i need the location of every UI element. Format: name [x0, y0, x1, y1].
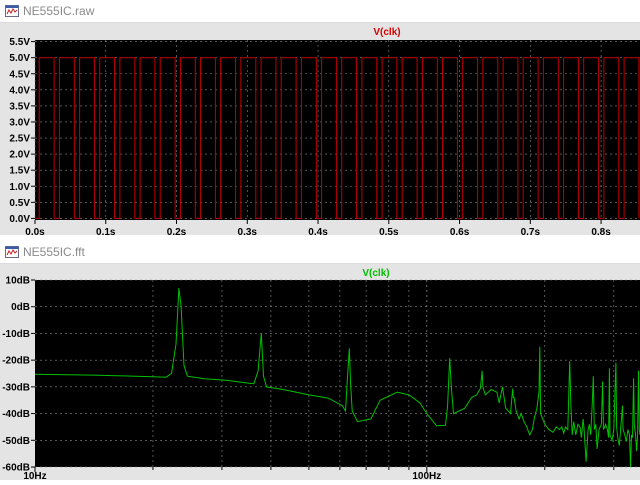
- x-tick-label: 0.4s: [308, 227, 328, 235]
- plot-pane[interactable]: 5.5V 5.0V 4.5V 4.0V 3.5V 3.0V 2.5V 2.0V 1.5V 1.0V…: [0, 23, 640, 238]
- y-tick-label: 4.0V: [9, 85, 30, 96]
- x-tick-label: 0.6s: [450, 227, 470, 235]
- y-tick-label: 3.0V: [9, 117, 30, 128]
- fft-plot[interactable]: 10dB0dB-10dB-20dB-30dB-40dB-50dB-60dB 10…: [0, 264, 640, 482]
- y-tick-label: 3.5V: [9, 101, 30, 112]
- y-tick-label: 0.5V: [9, 198, 30, 209]
- y-tick-label: -30dB: [2, 382, 30, 393]
- waveform-window-icon: [5, 5, 19, 17]
- window-title-bar[interactable]: NE555IC.fft: [0, 241, 640, 264]
- trace-label-v-clk[interactable]: V(clk): [373, 27, 400, 38]
- x-tick-label: 10Hz: [23, 471, 46, 480]
- trace-label-v-clk[interactable]: V(clk): [362, 268, 389, 279]
- y-tick-label: 5.0V: [9, 53, 30, 64]
- y-tick-label: -40dB: [2, 409, 30, 420]
- plot-pane[interactable]: 10dB 0dB -10dB -20dB -30dB -40dB -50dB -60dB 10…: [0, 264, 640, 482]
- x-tick-label: 0.7s: [521, 227, 541, 235]
- x-tick-label: 100Hz: [412, 471, 441, 480]
- y-tick-label: 2.5V: [9, 134, 30, 145]
- x-tick-label: 0.8s: [591, 227, 611, 235]
- x-tick-label: 0.5s: [379, 227, 399, 235]
- y-tick-label: 1.5V: [9, 166, 30, 177]
- window-title-bar[interactable]: NE555IC.raw: [0, 0, 640, 23]
- waveform-window-icon: [5, 246, 19, 258]
- y-tick-label: -50dB: [2, 436, 30, 447]
- time-domain-window[interactable]: NE555IC.raw 5.5V 5.0V 4.5V 4.0V 3.5V 3.0V 2.5V…: [0, 0, 640, 238]
- plot-background: [35, 40, 640, 220]
- window-title: NE555IC.fft: [23, 245, 85, 259]
- y-tick-label: 4.5V: [9, 69, 30, 80]
- window-title: NE555IC.raw: [23, 4, 95, 18]
- y-tick-label: 0.0V: [9, 214, 30, 225]
- x-tick-label: 0.0s: [25, 227, 45, 235]
- y-tick-label: 2.0V: [9, 150, 30, 161]
- y-tick-label: 1.0V: [9, 182, 30, 193]
- y-tick-label: -20dB: [2, 356, 30, 367]
- fft-window[interactable]: NE555IC.fft 10dB 0dB -10dB -20dB -30dB -40dB -…: [0, 241, 640, 482]
- x-tick-label: 0.3s: [238, 227, 258, 235]
- time-domain-plot[interactable]: 5.5V 5.0V 4.5V 4.0V 3.5V 3.0V 2.5V 2.0V 1.5V 1.0V…: [0, 23, 640, 238]
- y-tick-label: -10dB: [2, 329, 30, 340]
- y-tick-label: 0dB: [11, 302, 30, 313]
- y-tick-label: 10dB: [6, 276, 30, 287]
- plot-background: [35, 280, 640, 467]
- x-tick-label: 0.1s: [96, 227, 116, 235]
- x-tick-label: 0.2s: [167, 227, 187, 235]
- y-tick-label: 5.5V: [9, 37, 30, 48]
